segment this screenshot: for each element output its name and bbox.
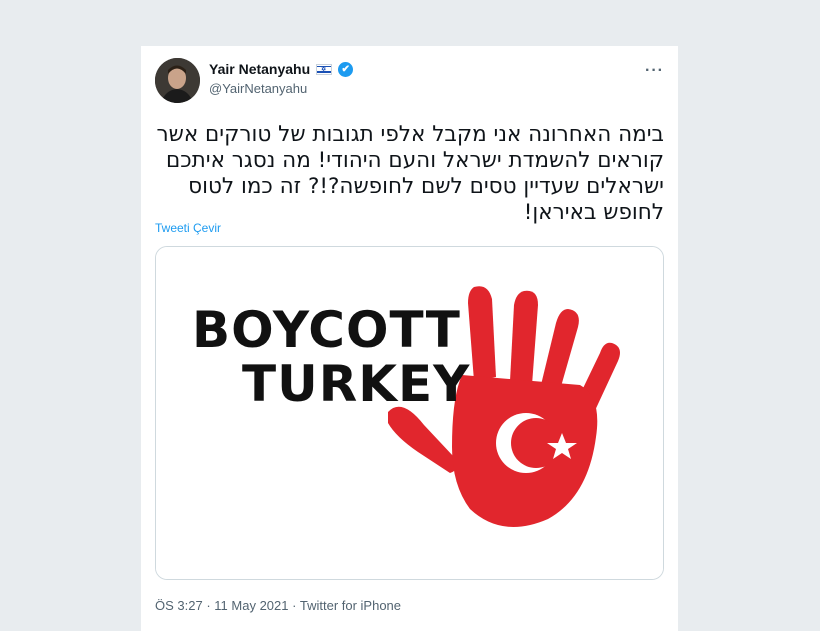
boycott-text: BOYCOTT [192,301,461,359]
avatar[interactable] [155,58,200,103]
user-handle[interactable]: @YairNetanyahu [209,81,307,96]
meta-separator: · [206,598,211,613]
display-name[interactable]: Yair Netanyahu [209,61,310,77]
tweet-card[interactable]: Yair Netanyahu ✡ ✔ @YairNetanyahu ··· בי… [141,46,678,631]
turkey-text: TURKEY [242,355,470,413]
translate-tweet-link[interactable]: Tweeti Çevir [155,221,221,235]
verified-badge-icon: ✔ [338,61,354,77]
tweet-meta: ÖS 3:27 · 11 May 2021 · Twitter for iPho… [155,598,401,613]
boycott-turkey-image: BOYCOTT TURKEY [156,247,663,579]
tweet-source[interactable]: Twitter for iPhone [300,598,401,613]
tweet-time[interactable]: ÖS 3:27 [155,598,203,613]
meta-separator: · [292,598,297,613]
israel-flag-icon: ✡ [316,63,333,75]
tweet-media-image[interactable]: BOYCOTT TURKEY [155,246,664,580]
tweet-date[interactable]: 11 May 2021 [214,598,288,613]
more-options-icon[interactable]: ··· [645,62,664,80]
tweet-text: בימה האחרונה אני מקבל אלפי תגובות של טור… [156,122,664,225]
